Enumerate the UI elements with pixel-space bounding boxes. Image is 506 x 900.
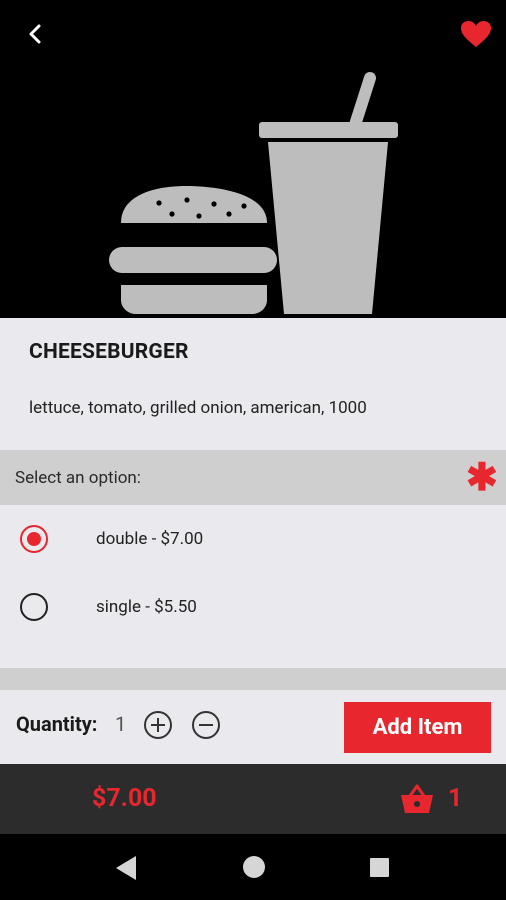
hero-image — [0, 0, 506, 318]
minus-circle-icon[interactable] — [191, 710, 221, 740]
option-row-single[interactable]: single - $5.50 — [0, 573, 506, 641]
chevron-left-icon — [29, 24, 41, 44]
quantity-label: Quantity: — [16, 712, 98, 736]
item-details: CHEESEBURGER lettuce, tomato, grilled on… — [0, 318, 506, 450]
obscured-header-text — [15, 682, 61, 690]
radio-selected-icon[interactable] — [20, 525, 48, 553]
burger-and-drink-illustration — [109, 72, 398, 314]
quantity-value: 1 — [115, 712, 127, 736]
option-label: double - $7.00 — [96, 529, 204, 549]
favorite-button[interactable] — [456, 14, 496, 54]
quantity-bar: Quantity: 1 Add Item — [0, 690, 506, 764]
radio-unselected-icon[interactable] — [20, 593, 48, 621]
basket-icon[interactable] — [400, 784, 434, 814]
option-row-double[interactable]: double - $7.00 — [0, 505, 506, 573]
option-label: single - $5.50 — [96, 597, 197, 617]
cart-bar[interactable]: $7.00 1 — [0, 764, 506, 834]
add-item-button[interactable]: Add Item — [344, 702, 491, 753]
option-list: double - $7.00 single - $5.50 — [0, 505, 506, 668]
item-description: lettuce, tomato, grilled onion, american… — [29, 398, 367, 418]
nav-home-icon[interactable] — [243, 856, 265, 878]
heart-icon — [461, 21, 491, 47]
nav-back-icon[interactable] — [114, 855, 138, 881]
required-asterisk-icon: ✱ — [466, 456, 498, 500]
plus-circle-icon[interactable] — [143, 710, 173, 740]
option-group-header: Select an option: ✱ — [0, 450, 506, 505]
next-section-header — [0, 668, 506, 690]
item-title: CHEESEBURGER — [29, 340, 189, 364]
option-group-label: Select an option: — [15, 468, 141, 488]
system-nav-bar — [0, 834, 506, 900]
cart-count: 1 — [448, 784, 463, 813]
cart-total: $7.00 — [92, 784, 157, 813]
back-button[interactable] — [18, 16, 54, 52]
nav-recents-icon[interactable] — [370, 858, 389, 877]
